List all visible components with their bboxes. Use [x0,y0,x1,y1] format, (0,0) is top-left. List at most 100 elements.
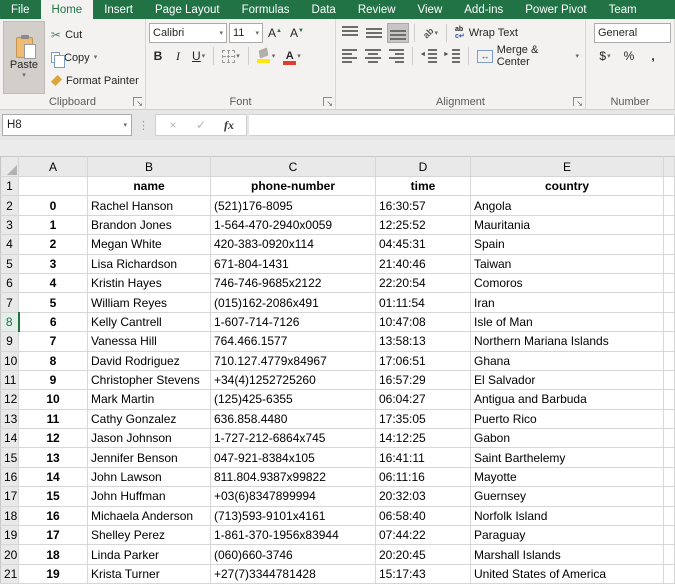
cell-index[interactable]: 13 [19,448,88,467]
cell-phone-number[interactable]: 1-564-470-2940x0059 [211,215,376,234]
cell-time[interactable]: 20:32:03 [376,487,471,506]
row-header-12[interactable]: 12 [1,390,19,409]
cell-index[interactable]: 2 [19,235,88,254]
tab-page-layout[interactable]: Page Layout [144,0,231,19]
paste-button[interactable]: Paste ▾ [3,21,45,94]
row-header-5[interactable]: 5 [1,254,19,273]
cell-phone-number[interactable]: (060)660-3746 [211,545,376,564]
cell-index[interactable]: 10 [19,390,88,409]
select-all-corner[interactable] [1,157,19,177]
row-header-10[interactable]: 10 [1,351,19,370]
cell-name[interactable]: Vanessa Hill [88,332,211,351]
row-header-14[interactable]: 14 [1,429,19,448]
cell-phone-number[interactable]: 710.127.4779x84967 [211,351,376,370]
row-header-19[interactable]: 19 [1,526,19,545]
column-header-B[interactable]: B [88,157,211,177]
cell-country[interactable]: El Salvador [471,370,664,389]
cell-empty[interactable] [664,467,675,486]
percent-format-button[interactable]: % [620,46,638,66]
cell-country[interactable]: Marshall Islands [471,545,664,564]
italic-button[interactable]: I [169,46,187,66]
cell-time[interactable]: 06:11:16 [376,467,471,486]
column-header-E[interactable]: E [471,157,664,177]
paste-dropdown-icon[interactable]: ▾ [22,72,26,79]
borders-button[interactable]: ▾ [219,46,243,66]
cancel-icon[interactable]: × [160,118,186,132]
cell-country[interactable]: Northern Mariana Islands [471,332,664,351]
clipboard-dialog-launcher[interactable]: ↘ [133,97,142,106]
cell-time[interactable]: 14:12:25 [376,429,471,448]
number-format-select[interactable]: General [594,23,671,43]
cell-country[interactable]: Saint Barthelemy [471,448,664,467]
decrease-indent-button[interactable]: ◄ [418,46,439,66]
cell-country[interactable]: Spain [471,235,664,254]
cell-name[interactable]: John Lawson [88,467,211,486]
cell-index[interactable]: 0 [19,196,88,215]
cell-phone-number[interactable]: (015)162-2086x491 [211,293,376,312]
cell-country[interactable]: Mayotte [471,467,664,486]
cell-index[interactable]: 15 [19,487,88,506]
cell-empty[interactable] [664,196,675,215]
column-header-D[interactable]: D [376,157,471,177]
cell-index[interactable]: 3 [19,254,88,273]
underline-dropdown-icon[interactable]: ▾ [202,53,206,60]
cell-name[interactable]: Christopher Stevens [88,370,211,389]
cell-phone-number[interactable]: 764.466.1577 [211,332,376,351]
cell-index[interactable]: 6 [19,312,88,331]
cell-empty[interactable] [664,235,675,254]
cell-time[interactable]: 01:11:54 [376,293,471,312]
cell-empty[interactable] [664,177,675,196]
cell-index[interactable]: 11 [19,409,88,428]
align-center-button[interactable] [362,46,383,66]
cell-time[interactable]: 16:41:11 [376,448,471,467]
row-header-3[interactable]: 3 [1,215,19,234]
cell-name[interactable]: David Rodriguez [88,351,211,370]
tab-file[interactable]: File [0,0,41,19]
cell-time[interactable]: 16:30:57 [376,196,471,215]
cell-country[interactable]: Paraguay [471,526,664,545]
formula-input[interactable] [249,114,675,136]
align-left-button[interactable] [339,46,360,66]
wrap-text-button[interactable]: abc↵ Wrap Text [452,23,521,43]
cell-time[interactable]: 17:06:51 [376,351,471,370]
row-header-13[interactable]: 13 [1,409,19,428]
tab-view[interactable]: View [407,0,454,19]
bold-button[interactable]: B [149,46,167,66]
cell-phone-number[interactable]: 1-727-212-6864x745 [211,429,376,448]
currency-dropdown-icon[interactable]: ▾ [607,53,611,60]
font-color-dropdown-icon[interactable]: ▾ [297,53,301,60]
row-header-17[interactable]: 17 [1,487,19,506]
row-header-21[interactable]: 21 [1,564,19,583]
row-header-16[interactable]: 16 [1,467,19,486]
header-cell-phone-number[interactable]: phone-number [211,177,376,196]
cell-empty[interactable] [664,409,675,428]
cell-time[interactable]: 17:35:05 [376,409,471,428]
comma-format-button[interactable]: , [644,46,662,66]
fill-color-button[interactable]: ▾ [254,46,279,66]
cell-country[interactable]: Antigua and Barbuda [471,390,664,409]
cell-country[interactable]: Norfolk Island [471,506,664,525]
row-header-20[interactable]: 20 [1,545,19,564]
cell-phone-number[interactable]: +27(7)3344781428 [211,564,376,583]
column-header-C[interactable]: C [211,157,376,177]
cell-name[interactable]: Lisa Richardson [88,254,211,273]
row-header-2[interactable]: 2 [1,196,19,215]
cell-time[interactable]: 10:47:08 [376,312,471,331]
currency-format-button[interactable]: $ ▾ [596,46,614,66]
increase-indent-button[interactable]: ► [442,46,463,66]
cell-time[interactable]: 20:20:45 [376,545,471,564]
cell-name[interactable]: Shelley Perez [88,526,211,545]
cell-country[interactable]: Taiwan [471,254,664,273]
cell-phone-number[interactable]: 1-607-714-7126 [211,312,376,331]
cell-phone-number[interactable]: 047-921-8384x105 [211,448,376,467]
cell-time[interactable]: 12:25:52 [376,215,471,234]
align-right-button[interactable] [386,46,407,66]
cell-phone-number[interactable]: 636.858.4480 [211,409,376,428]
row-header-6[interactable]: 6 [1,273,19,292]
header-cell-time[interactable]: time [376,177,471,196]
cell-index[interactable]: 17 [19,526,88,545]
cell-empty[interactable] [664,370,675,389]
underline-button[interactable]: U ▾ [189,46,208,66]
cell-index[interactable]: 7 [19,332,88,351]
row-header-7[interactable]: 7 [1,293,19,312]
